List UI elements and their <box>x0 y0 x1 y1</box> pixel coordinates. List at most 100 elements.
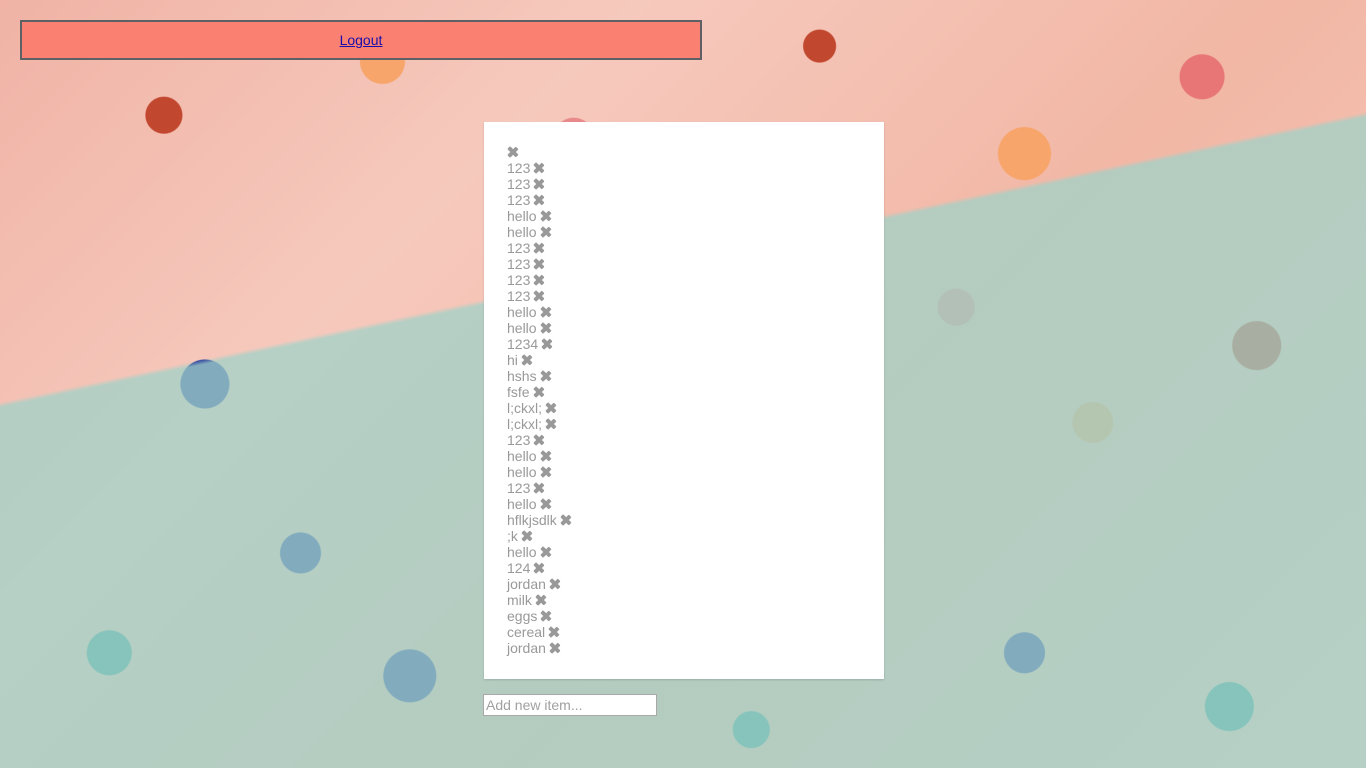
list-item: 1234 <box>507 336 884 352</box>
list-item-label: 123 <box>507 160 531 176</box>
list-item-label: 123 <box>507 240 531 256</box>
list-item-label: 123 <box>507 192 531 208</box>
add-item-input[interactable] <box>483 694 657 716</box>
list-item: hello <box>507 448 884 464</box>
close-icon[interactable] <box>533 482 545 494</box>
list-item: 123 <box>507 288 884 304</box>
close-icon[interactable] <box>507 146 519 158</box>
list-item <box>507 144 884 160</box>
close-icon[interactable] <box>533 178 545 190</box>
list-item-label: 1234 <box>507 336 539 352</box>
close-icon[interactable] <box>533 258 545 270</box>
list-item: hflkjsdlk <box>507 512 884 528</box>
close-icon[interactable] <box>560 514 572 526</box>
list-item-label: hello <box>507 304 537 320</box>
list-item-label: 124 <box>507 560 531 576</box>
close-icon[interactable] <box>540 306 552 318</box>
todo-list-panel: 123 123 123 hello hello 123 123 123 123 hello hell… <box>484 122 884 679</box>
list-item-label: eggs <box>507 608 538 624</box>
list-item: cereal <box>507 624 884 640</box>
list-item: 123 <box>507 160 884 176</box>
list-item: ;k <box>507 528 884 544</box>
close-icon[interactable] <box>540 610 552 622</box>
close-icon[interactable] <box>533 242 545 254</box>
list-item: 123 <box>507 256 884 272</box>
list-item: 124 <box>507 560 884 576</box>
list-item: 123 <box>507 176 884 192</box>
close-icon[interactable] <box>541 338 553 350</box>
list-item-label: 123 <box>507 272 531 288</box>
list-item: eggs <box>507 608 884 624</box>
close-icon[interactable] <box>540 498 552 510</box>
list-item-label: 123 <box>507 480 531 496</box>
list-item: jordan <box>507 640 884 656</box>
close-icon[interactable] <box>540 226 552 238</box>
close-icon[interactable] <box>540 546 552 558</box>
close-icon[interactable] <box>540 450 552 462</box>
close-icon[interactable] <box>540 466 552 478</box>
list-item-label: l;ckxl; <box>507 400 542 416</box>
list-item-label: 123 <box>507 256 531 272</box>
list-item-label: hflkjsdlk <box>507 512 557 528</box>
list-item: hello <box>507 304 884 320</box>
list-item: 123 <box>507 240 884 256</box>
list-item: hello <box>507 320 884 336</box>
close-icon[interactable] <box>549 642 561 654</box>
list-item: hello <box>507 224 884 240</box>
list-item: hello <box>507 208 884 224</box>
close-icon[interactable] <box>533 290 545 302</box>
list-item: hi <box>507 352 884 368</box>
todo-list: 123 123 123 hello hello 123 123 123 123 hello hell… <box>507 144 884 656</box>
list-item-label: hello <box>507 464 537 480</box>
close-icon[interactable] <box>533 386 545 398</box>
list-item: hello <box>507 496 884 512</box>
list-item: hello <box>507 464 884 480</box>
close-icon[interactable] <box>533 562 545 574</box>
header-bar: Logout <box>20 20 702 60</box>
list-item-label: cereal <box>507 624 546 640</box>
list-item-label: hello <box>507 320 537 336</box>
close-icon[interactable] <box>533 194 545 206</box>
list-item-label: hello <box>507 208 537 224</box>
list-item: l;ckxl; <box>507 400 884 416</box>
close-icon[interactable] <box>549 578 561 590</box>
close-icon[interactable] <box>540 322 552 334</box>
list-item: 123 <box>507 432 884 448</box>
close-icon[interactable] <box>535 594 547 606</box>
list-item: hello <box>507 544 884 560</box>
list-item-label: jordan <box>507 640 546 656</box>
list-item: l;ckxl; <box>507 416 884 432</box>
list-item-label: fsfe <box>507 384 530 400</box>
close-icon[interactable] <box>545 402 557 414</box>
list-item-label: ;k <box>507 528 518 544</box>
list-item: 123 <box>507 480 884 496</box>
close-icon[interactable] <box>540 370 552 382</box>
list-item-label: l;ckxl; <box>507 416 542 432</box>
close-icon[interactable] <box>533 434 545 446</box>
list-item-label: hello <box>507 496 537 512</box>
list-item-label: milk <box>507 592 532 608</box>
list-item-label: hello <box>507 448 537 464</box>
list-item: 123 <box>507 192 884 208</box>
list-item-label: hshs <box>507 368 537 384</box>
list-item-label: jordan <box>507 576 546 592</box>
list-item-label: 123 <box>507 176 531 192</box>
list-item: fsfe <box>507 384 884 400</box>
close-icon[interactable] <box>521 354 533 366</box>
list-item: jordan <box>507 576 884 592</box>
close-icon[interactable] <box>533 162 545 174</box>
list-item: milk <box>507 592 884 608</box>
close-icon[interactable] <box>533 274 545 286</box>
list-item-label: 123 <box>507 432 531 448</box>
list-item-label: hello <box>507 544 537 560</box>
list-item: 123 <box>507 272 884 288</box>
close-icon[interactable] <box>548 626 560 638</box>
list-item-label: hi <box>507 352 518 368</box>
logout-link[interactable]: Logout <box>340 32 383 48</box>
list-item: hshs <box>507 368 884 384</box>
list-item-label: hello <box>507 224 537 240</box>
close-icon[interactable] <box>521 530 533 542</box>
close-icon[interactable] <box>540 210 552 222</box>
close-icon[interactable] <box>545 418 557 430</box>
list-item-label: 123 <box>507 288 531 304</box>
